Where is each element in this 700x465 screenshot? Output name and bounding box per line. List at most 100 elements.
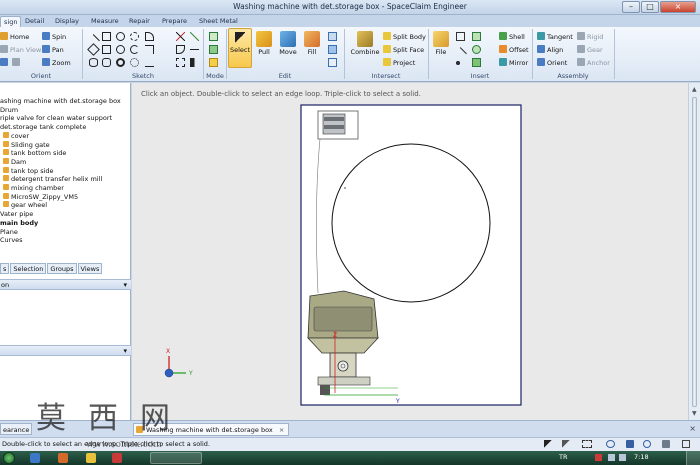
taskbar-app-icon[interactable] [112,453,122,463]
extend-curve-icon[interactable] [190,45,199,54]
viewport-scrollbar[interactable]: ▲ ▼ [688,83,700,420]
tab-sheet-metal[interactable]: Sheet Metal [196,16,241,27]
tree-item[interactable]: Drum [0,106,18,115]
split-body-button[interactable]: Split Body [383,32,426,42]
zoom-extents-button[interactable] [12,58,22,68]
tree-item[interactable]: Sliding gate [3,140,50,150]
trim-away-icon[interactable] [176,32,185,41]
storage-tank-cover[interactable] [313,306,373,332]
tab-groups[interactable]: Groups [47,263,77,274]
tree-item[interactable]: ashing machine with det.storage box [0,97,121,106]
home-button[interactable]: Home [0,32,29,42]
close-tab-icon[interactable]: × [279,426,284,434]
taskbar-app-spaceclaim[interactable] [150,452,202,464]
view-status-icon[interactable] [662,440,670,448]
status-select-icon[interactable] [544,440,552,448]
pull-button[interactable]: Pull [252,29,276,56]
tweak-face-icon[interactable] [328,58,337,67]
slot-tool-icon[interactable] [102,58,111,67]
curve-tool-icon[interactable] [145,32,154,41]
sketch-mode-icon[interactable] [209,32,218,41]
tree-item[interactable]: det.storage tank complete [0,123,86,132]
cylinder-icon[interactable] [472,32,481,41]
close-button[interactable]: × [660,1,696,13]
tree-item[interactable]: main body [0,219,38,228]
pin-icon[interactable]: ▾ [123,280,127,290]
view-cube-button[interactable] [0,58,10,68]
tree-item[interactable]: tank bottom side [3,149,66,158]
tab-views[interactable]: Views [77,263,103,274]
taskbar-app-icon[interactable] [86,453,96,463]
offset-curve-icon[interactable] [145,58,154,67]
maximize-button[interactable]: □ [641,1,659,13]
tree-item[interactable]: riple valve for clean water support [0,114,112,123]
network-icon[interactable] [608,454,615,461]
show-desktop-button[interactable] [686,451,700,465]
tree-item[interactable]: detergent transfer helix mill [3,175,102,184]
tab-appearance[interactable]: earance [0,423,33,435]
select-button[interactable]: Select [228,28,252,68]
sphere-icon[interactable] [472,45,481,54]
pan-button[interactable]: Pan [42,45,64,55]
file-button[interactable]: File [431,29,451,56]
fullscreen-icon[interactable] [682,440,690,448]
blend-icon[interactable] [328,32,337,41]
tab-selection[interactable]: Selection [10,263,47,274]
tree-item[interactable]: MicroSW_Zippy_VM5 [3,192,78,202]
shading-icon[interactable] [626,440,634,448]
language-indicator[interactable]: TR [559,453,568,461]
zoom-status-icon[interactable] [643,440,651,448]
document-tab-active[interactable]: Washing machine with det.storage box × [133,423,290,436]
fill-button[interactable]: Fill [300,29,324,56]
bend-icon[interactable] [190,58,199,67]
replace-icon[interactable] [328,45,337,54]
circle-tool-icon[interactable] [116,32,125,41]
tree-item[interactable]: tank top side [3,166,54,176]
display-style-icon[interactable] [606,440,615,448]
plan-view-button[interactable]: Plan View [0,45,41,55]
tab-structure[interactable]: s [0,263,10,274]
rectangle-tool-icon[interactable] [102,32,111,41]
tree-item[interactable]: mixing chamber [3,184,64,193]
three-point-circle-icon[interactable] [116,45,125,54]
micro-switch[interactable] [320,385,330,395]
design-viewport[interactable]: Click an object. Double-click to select … [132,83,688,420]
axis-icon[interactable] [454,47,467,60]
anchor-button[interactable]: Anchor [577,58,610,68]
spline-tool-icon[interactable] [145,45,154,54]
origin-icon[interactable] [472,58,481,67]
tab-detail[interactable]: Detail [22,16,47,27]
ellipse-tool-icon[interactable] [89,58,98,67]
fillet-curve-icon[interactable] [176,45,185,54]
tree-item[interactable]: Curves [0,236,23,245]
helix-mill[interactable] [317,376,371,386]
tab-design[interactable]: sign [0,16,22,27]
move-button[interactable]: Move [276,29,300,56]
box-select-icon[interactable] [582,440,592,448]
gear-button[interactable]: Gear [577,45,603,55]
sweep-arc-icon[interactable] [130,45,139,54]
volume-icon[interactable] [619,454,626,461]
status-pointer-icon[interactable] [562,440,570,448]
tree-item[interactable]: cover [3,131,29,141]
project-button[interactable]: Project [383,58,415,68]
zoom-button[interactable]: Zoom [42,58,71,68]
split-face-button[interactable]: Split Face [383,45,424,55]
shell-button[interactable]: Shell [499,32,525,42]
tangent-arc-icon[interactable] [116,58,125,67]
combine-button[interactable]: Combine [350,29,380,56]
scroll-up-icon[interactable]: ▲ [692,86,697,93]
tab-display[interactable]: Display [52,16,82,27]
start-button[interactable] [3,452,15,464]
spin-button[interactable]: Spin [42,32,66,42]
tree-item[interactable]: gear wheel [3,201,47,210]
create-corner-icon[interactable] [190,32,199,41]
drum[interactable] [331,143,491,303]
pin-icon[interactable]: ▾ [123,346,127,356]
tray-flag-icon[interactable] [595,454,602,461]
model-canvas[interactable]: Z Y X Y [132,83,688,420]
tab-prepare[interactable]: Prepare [159,16,190,27]
taskbar-app-icon[interactable] [58,453,68,463]
three-point-rectangle-icon[interactable] [102,45,111,54]
split-line-icon[interactable] [176,58,185,67]
